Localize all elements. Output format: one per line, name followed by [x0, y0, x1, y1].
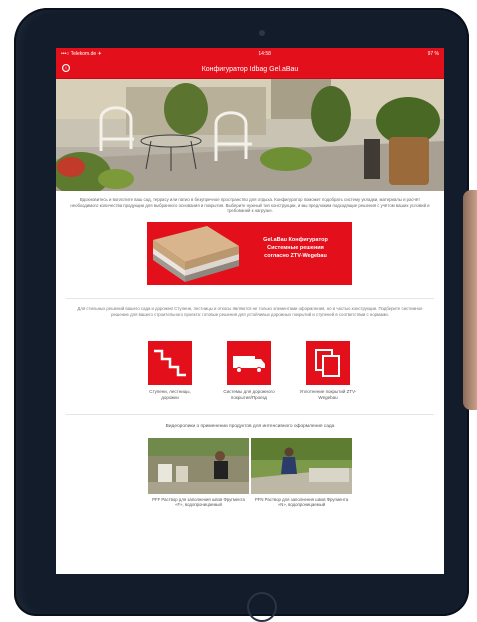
video-thumbnail-2[interactable] [251, 438, 352, 494]
tile-road-systems[interactable] [227, 341, 271, 385]
status-bar: •••○ Telekom.de ✈ 14:58 97 % [56, 48, 444, 60]
tile-label-stairs: Ступени, лестницы, дорожки [149, 389, 191, 400]
hero-garden-image [56, 79, 444, 191]
divider [66, 414, 434, 415]
info-icon[interactable]: ⓘ [62, 64, 70, 72]
banner-text: Gel.aBau Конфигуратор Системные решения … [243, 236, 348, 260]
configurator-banner[interactable]: Gel.aBau Конфигуратор Системные решения … [147, 222, 352, 285]
tile-label-road-systems: Системы для дорожного покрытия/Проезд [223, 389, 275, 400]
page-title: Конфигуратор Idbag Gel.aBau [201, 65, 299, 73]
banner-line-1: Gel.aBau Конфигуратор [263, 237, 328, 243]
battery-indicator: 97 % [427, 51, 439, 57]
video-thumbnail-1[interactable] [148, 438, 249, 494]
copy-icon [315, 349, 340, 377]
systems-description: Для стильных решений вашего сада и дорож… [77, 306, 423, 317]
tile-label-compaction: Уплотнение покрытий ZTV-Wegebau [299, 389, 357, 400]
hand-edge [463, 190, 477, 410]
paving-layers-illustration [153, 226, 239, 282]
truck-icon [233, 356, 265, 373]
front-camera [259, 30, 265, 36]
home-button[interactable] [247, 592, 277, 622]
carrier-label: •••○ Telekom.de ✈ [61, 51, 102, 57]
video-caption-2: PFN Раствор для заполнения швов Фругмент… [254, 497, 349, 508]
app-screen: •••○ Telekom.de ✈ 14:58 97 % ⓘ Конфигура… [56, 48, 444, 574]
divider [66, 298, 434, 299]
stairs-icon [154, 349, 186, 377]
video-caption-1: PFF Раствор для заполнения швов Фругмент… [152, 497, 245, 508]
banner-line-3: согласно ZTV-Wegebau [264, 253, 327, 259]
banner-line-2: Системные решения [267, 245, 324, 251]
intro-text: Вдохновитесь и воплотите ваш сад, террас… [70, 197, 430, 214]
navigation-bar: ⓘ Конфигуратор Idbag Gel.aBau [56, 60, 444, 79]
tile-compaction[interactable] [306, 341, 350, 385]
tile-stairs[interactable] [148, 341, 192, 385]
videos-section-title: Видеоролики о применении продуктов для и… [165, 424, 335, 429]
clock: 14:58 [258, 51, 271, 57]
